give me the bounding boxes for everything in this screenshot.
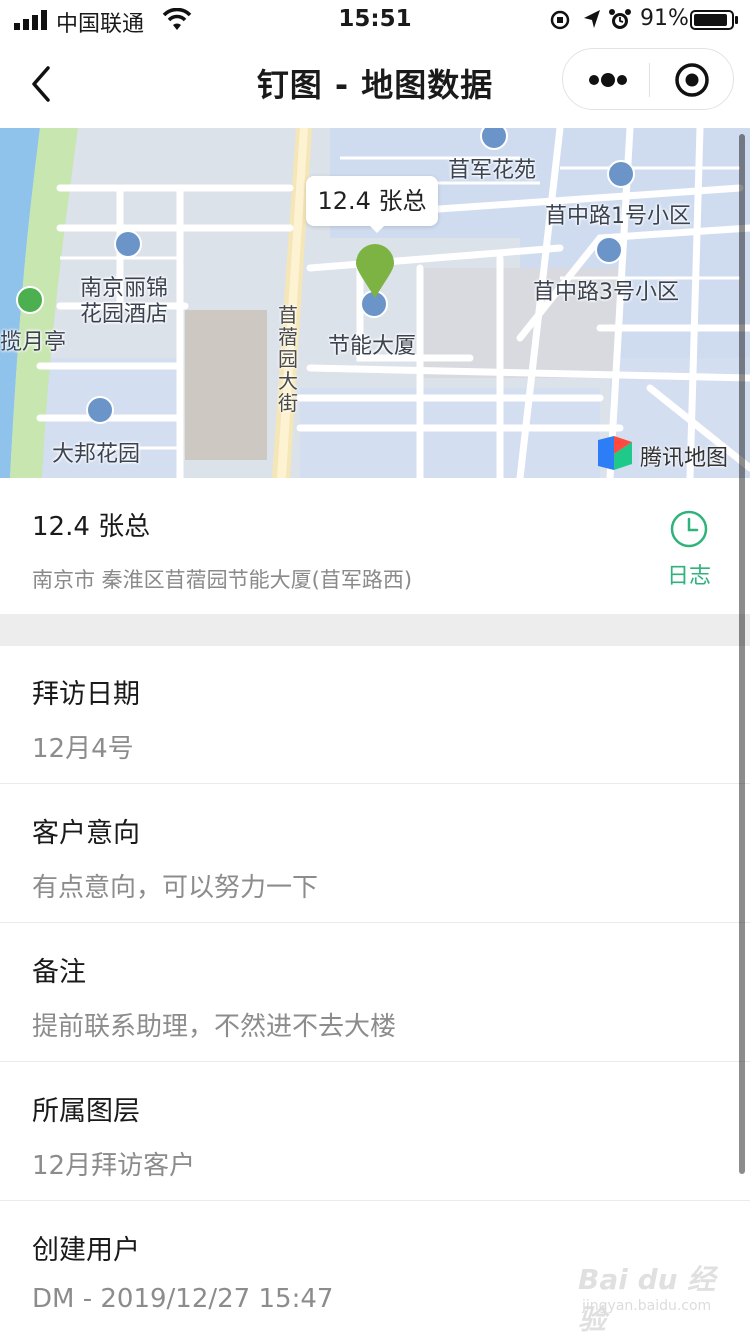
tencent-map-logo-icon	[598, 436, 632, 470]
field-value: 提前联系助理，不然进不去大楼	[32, 1012, 397, 1042]
location-alarm-icons	[550, 9, 631, 30]
record-header: 12.4 张总 南京市 秦淮区苜蓿园节能大厦(苜军路西) 日志	[0, 478, 750, 614]
battery-icon	[690, 10, 734, 30]
mini-program-capsule	[562, 48, 734, 110]
field-visit-date: 拜访日期 12月4号	[0, 646, 750, 784]
more-dots-icon	[589, 73, 627, 87]
log-button[interactable]: 日志	[658, 508, 720, 589]
battery-fill	[694, 14, 727, 26]
scrollbar[interactable]	[739, 134, 745, 1174]
callout-tail	[368, 224, 386, 233]
map-provider-name: 腾讯地图	[640, 446, 729, 471]
field-label: 客户意向	[32, 818, 140, 849]
alarm-icon	[609, 9, 631, 29]
field-label: 所属图层	[32, 1096, 140, 1127]
field-label: 拜访日期	[32, 679, 140, 710]
home-poi-icon	[595, 236, 623, 264]
battery-percent: 91%	[640, 6, 689, 31]
map-label-lanyueting: 揽月亭	[0, 330, 67, 355]
home-poi-icon	[86, 396, 114, 424]
pavilion-poi-icon	[16, 286, 44, 314]
marker-callout[interactable]: 12.4 张总	[306, 176, 438, 226]
baidu-watermark: Bai du 经验 jingyan.baidu.com	[572, 1258, 732, 1336]
field-layer: 所属图层 12月拜访客户	[0, 1063, 750, 1201]
map-label-jieneng: 节能大厦	[328, 334, 417, 359]
section-divider	[0, 614, 750, 646]
home-poi-icon	[607, 160, 635, 188]
field-notes: 备注 提前联系助理，不然进不去大楼	[0, 924, 750, 1062]
field-value: DM - 2019/12/27 15:47	[32, 1284, 334, 1314]
location-pin-icon[interactable]	[355, 244, 395, 300]
location-arrow-icon	[584, 10, 600, 28]
watermark-sub: jingyan.baidu.com	[582, 1298, 712, 1314]
record-title: 12.4 张总	[32, 512, 151, 542]
map-label-muzhonglu-1: 苜中路1号小区	[545, 204, 691, 229]
field-value: 12月拜访客户	[32, 1151, 196, 1181]
close-target-icon	[675, 63, 709, 97]
map-label-guanjun: 苜军花苑	[448, 158, 537, 183]
record-address: 南京市 秦淮区苜蓿园节能大厦(苜军路西)	[32, 568, 413, 592]
rotation-lock-icon	[550, 10, 570, 30]
field-label: 创建用户	[32, 1235, 140, 1266]
map-label-lijin-2: 花园酒店	[80, 302, 169, 327]
status-bar: 中国联通 15:51 91%	[0, 0, 750, 40]
field-customer-intent: 客户意向 有点意向，可以努力一下	[0, 785, 750, 923]
clock-icon	[670, 510, 708, 548]
navigation-bar: 钉图 - 地图数据	[0, 40, 750, 128]
log-label: 日志	[666, 564, 711, 589]
more-button[interactable]	[563, 49, 649, 109]
close-button[interactable]	[649, 49, 735, 109]
field-value: 12月4号	[32, 734, 134, 764]
battery-cap	[735, 16, 738, 24]
map-label-muzhonglu-3: 苜中路3号小区	[533, 280, 679, 305]
clock-time: 15:51	[338, 6, 412, 32]
field-value: 有点意向，可以努力一下	[32, 873, 319, 903]
field-label: 备注	[32, 957, 86, 988]
hotel-poi-icon	[114, 230, 142, 258]
map-road-label: 苜蓿园大街	[278, 303, 298, 415]
map-label-dabang: 大邦花园	[52, 442, 141, 467]
map-view[interactable]: 苜军花苑 苜中路1号小区 苜中路3号小区 南京丽锦 花园酒店 揽月亭 节能大厦 …	[0, 128, 750, 478]
